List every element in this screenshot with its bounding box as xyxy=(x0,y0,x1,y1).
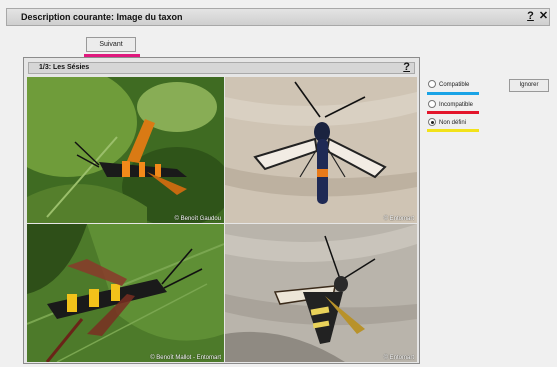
close-button[interactable]: ✕ xyxy=(537,10,550,23)
moth-photo-2[interactable]: © Entomart xyxy=(225,77,417,223)
ignore-button[interactable]: Ignorer xyxy=(509,79,549,92)
radio-compatible[interactable] xyxy=(428,80,436,89)
radio-incompatible[interactable] xyxy=(428,100,436,109)
option-compatible[interactable]: Compatible xyxy=(428,80,469,90)
next-button[interactable]: Suivant xyxy=(86,37,136,52)
non-defini-highlight xyxy=(427,129,479,132)
moth-photo-4[interactable]: © Entomart xyxy=(225,224,417,362)
panel-header: 1/3: Les Sésies ? xyxy=(28,61,415,74)
radio-non-defini[interactable] xyxy=(428,118,436,127)
option-incompatible-label: Incompatible xyxy=(439,102,474,108)
panel-help-button[interactable]: ? xyxy=(403,61,410,73)
option-non-defini[interactable]: Non défini xyxy=(428,118,466,128)
window-titlebar: Description courante: Image du taxon ? ✕ xyxy=(6,8,550,26)
photo-credit: © Benoît Gaudou xyxy=(174,216,221,222)
taxon-image-panel: 1/3: Les Sésies ? © Benoît Gaudou © Ento… xyxy=(23,57,420,364)
window-title: Description courante: Image du taxon xyxy=(21,12,183,22)
moth-photo-3[interactable]: © Benoît Mallot - Entomart xyxy=(27,224,224,362)
compatible-highlight xyxy=(427,92,479,95)
moth-photo-1[interactable]: © Benoît Gaudou xyxy=(27,77,224,223)
panel-title: 1/3: Les Sésies xyxy=(39,64,90,71)
option-incompatible[interactable]: Incompatible xyxy=(428,100,473,110)
help-button[interactable]: ? xyxy=(524,10,537,23)
option-compatible-label: Compatible xyxy=(439,82,470,88)
photo-grid: © Benoît Gaudou © Entomart © Benoît Mall… xyxy=(27,77,417,362)
option-non-defini-label: Non défini xyxy=(439,120,467,126)
photo-credit: © Entomart xyxy=(383,355,414,361)
photo-credit: © Benoît Mallot - Entomart xyxy=(150,355,221,361)
photo-credit: © Entomart xyxy=(383,216,414,222)
incompatible-highlight xyxy=(427,111,479,114)
